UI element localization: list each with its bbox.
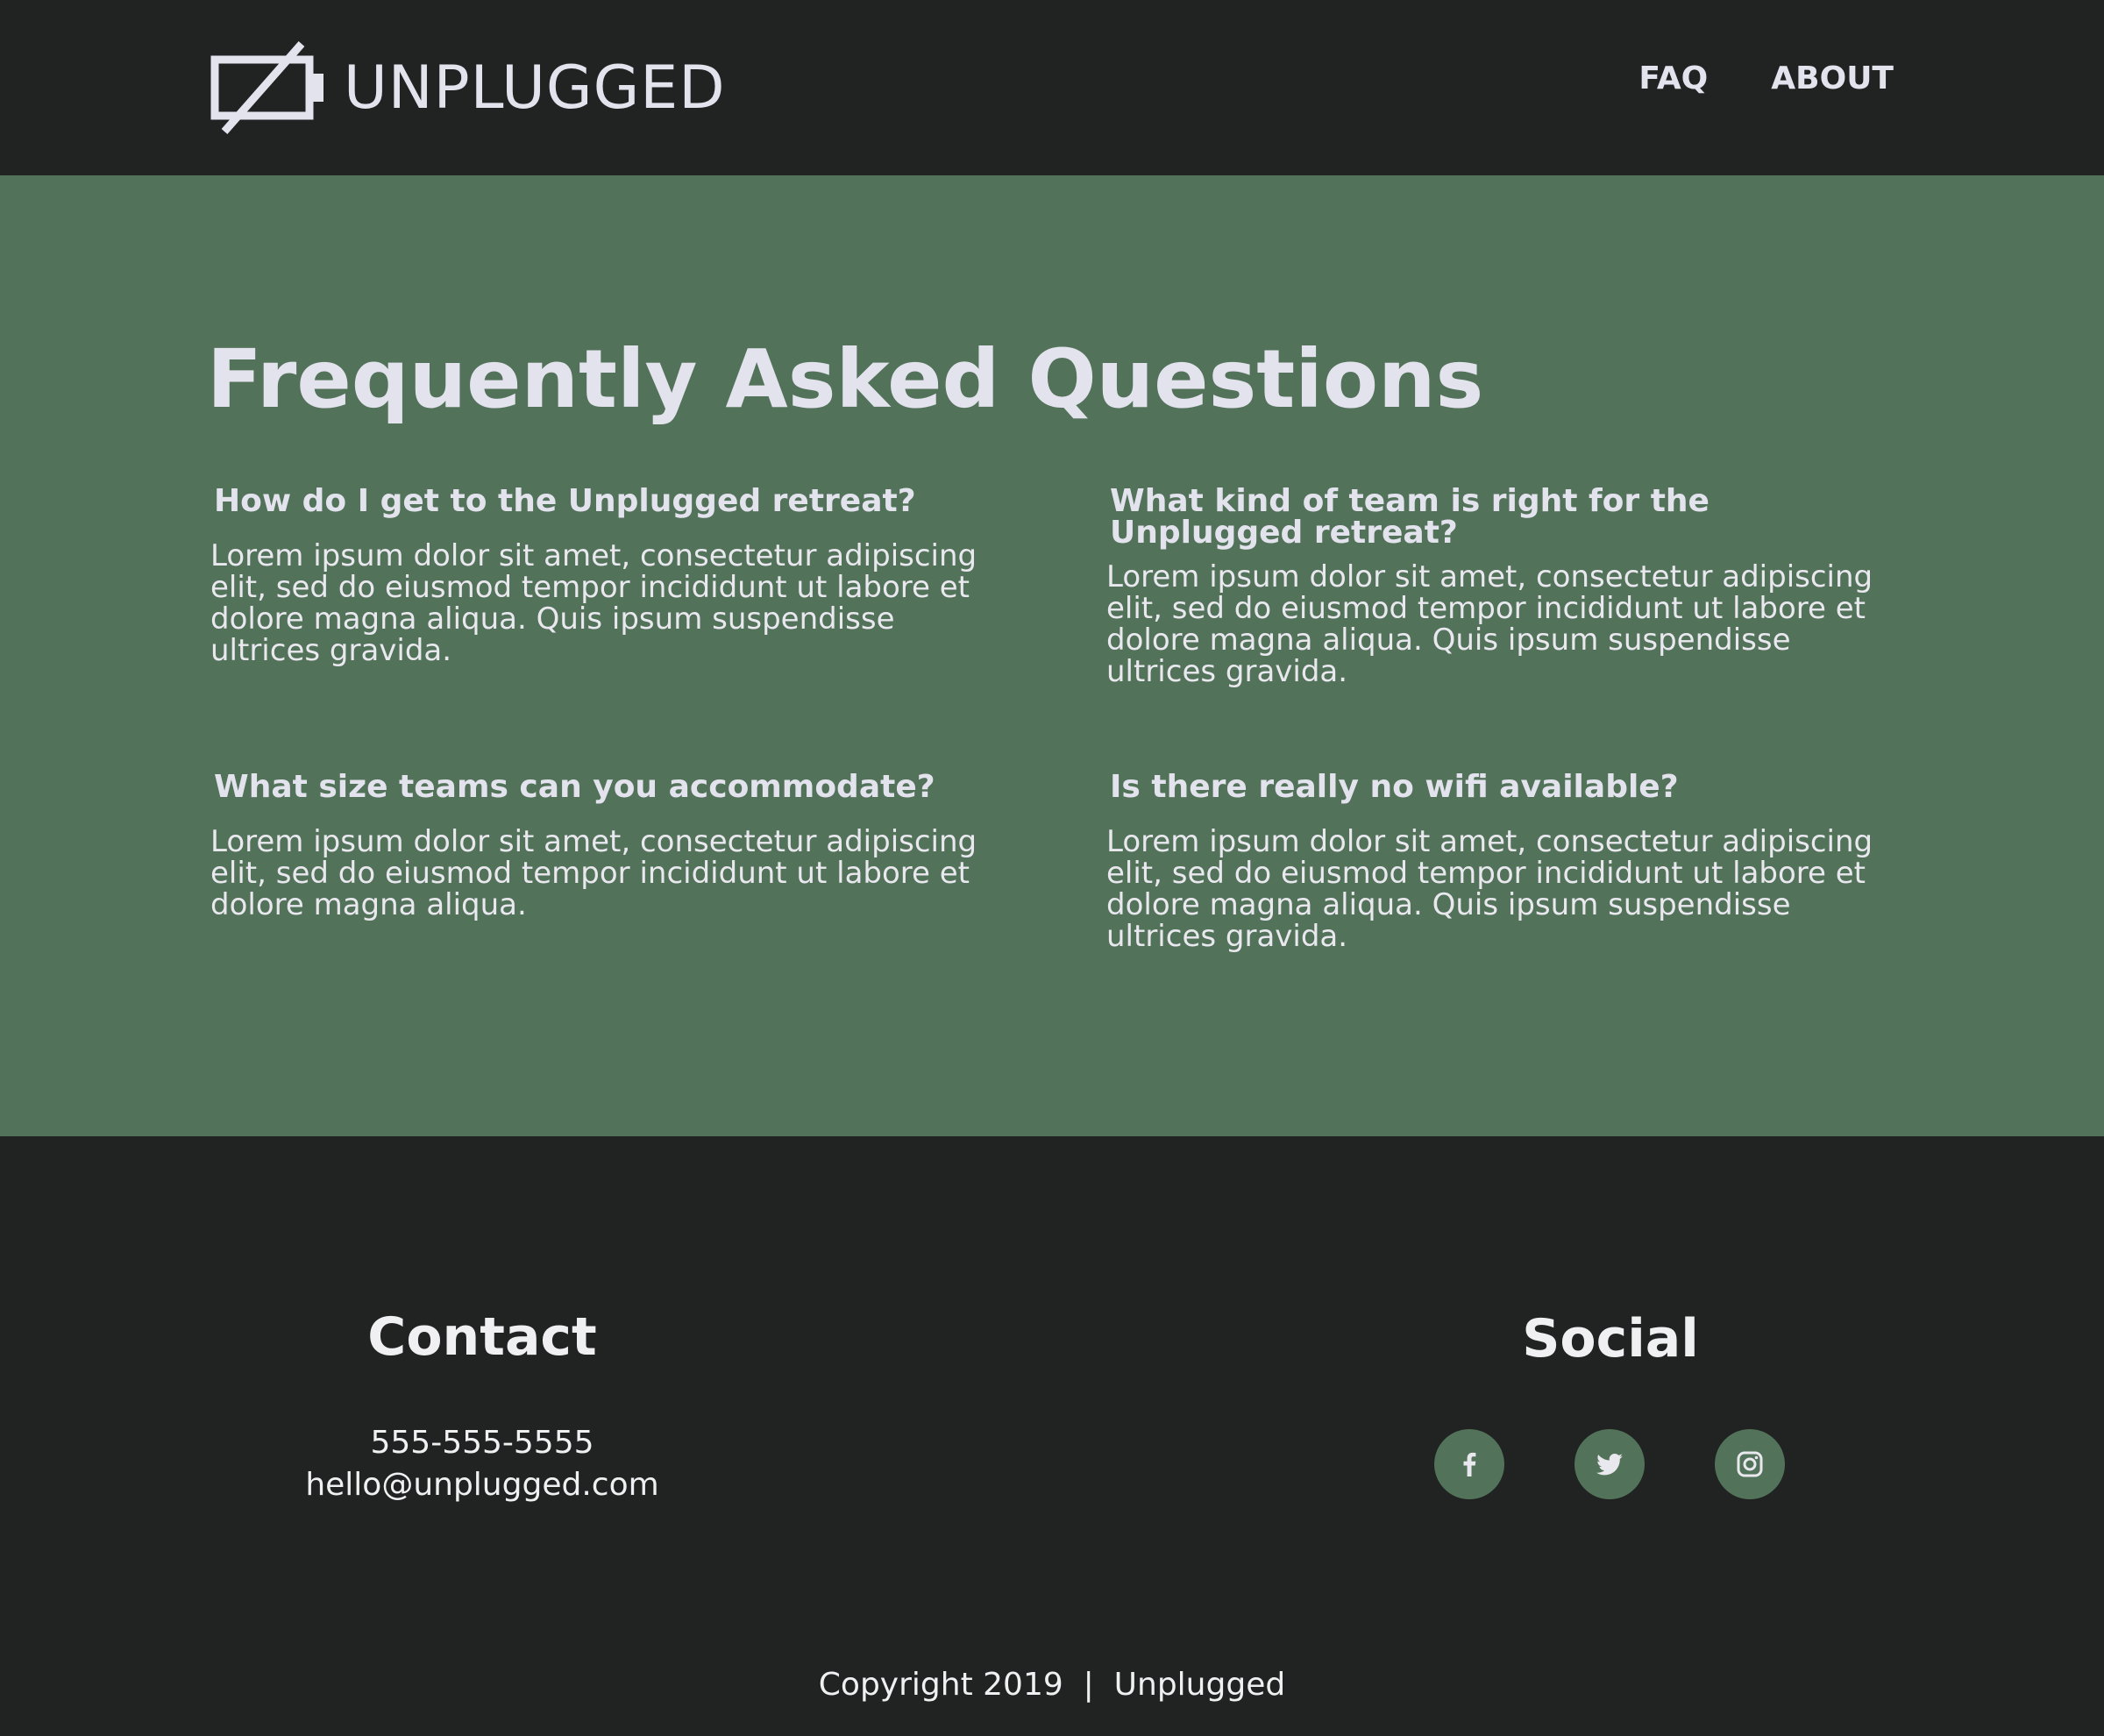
site-header: UNPLUGGED FAQ ABOUT [0,0,2104,175]
twitter-button[interactable] [1574,1429,1645,1499]
nav-faq-link[interactable]: FAQ [1638,61,1708,96]
copyright-text: Copyright 2019 | Unplugged [818,1667,1286,1703]
faq-answer: Lorem ipsum dolor sit amet, consectetur … [210,538,977,668]
facebook-icon [1463,1452,1476,1476]
unplugged-battery-icon [210,41,323,134]
contact-email[interactable]: hello@unplugged.com [219,1469,745,1501]
instagram-icon [1737,1451,1763,1477]
brand-name: UNPLUGGED [344,53,726,123]
nav-about-link[interactable]: ABOUT [1771,61,1894,96]
faq-question: What size teams can you accommodate? [214,769,935,805]
faq-answer: Lorem ipsum dolor sit amet, consectetur … [1106,824,1873,954]
brand-logo[interactable]: UNPLUGGED [210,40,726,137]
twitter-icon [1596,1454,1623,1476]
faq-answer: Lorem ipsum dolor sit amet, consectetur … [1106,559,1873,689]
faq-question: How do I get to the Unplugged retreat? [214,483,916,519]
faq-item: What kind of team is right for the Unplu… [1106,483,1878,689]
site-footer: Contact 555-555-5555 hello@unplugged.com… [0,1136,2104,1736]
faq-item: What size teams can you accommodate? Lor… [210,772,982,921]
faq-item: How do I get to the Unplugged retreat? L… [210,483,982,668]
faq-answer: Lorem ipsum dolor sit amet, consectetur … [210,824,977,922]
social-heading: Social [1522,1308,1699,1370]
faq-question: What kind of team is right for the Unplu… [1110,483,1710,551]
main-nav: FAQ ABOUT [1638,61,1894,96]
social-links [1434,1429,1785,1499]
faq-item: Is there really no wifi available? Lorem… [1106,769,1878,954]
faq-question: Is there really no wifi available? [1110,769,1679,805]
faq-section: Frequently Asked Questions How do I get … [0,175,2104,1136]
contact-phone[interactable]: 555-555-5555 [219,1427,745,1459]
instagram-button[interactable] [1715,1429,1785,1499]
page-title: Frequently Asked Questions [207,332,1484,426]
contact-heading: Contact [367,1306,597,1368]
facebook-button[interactable] [1434,1429,1504,1499]
